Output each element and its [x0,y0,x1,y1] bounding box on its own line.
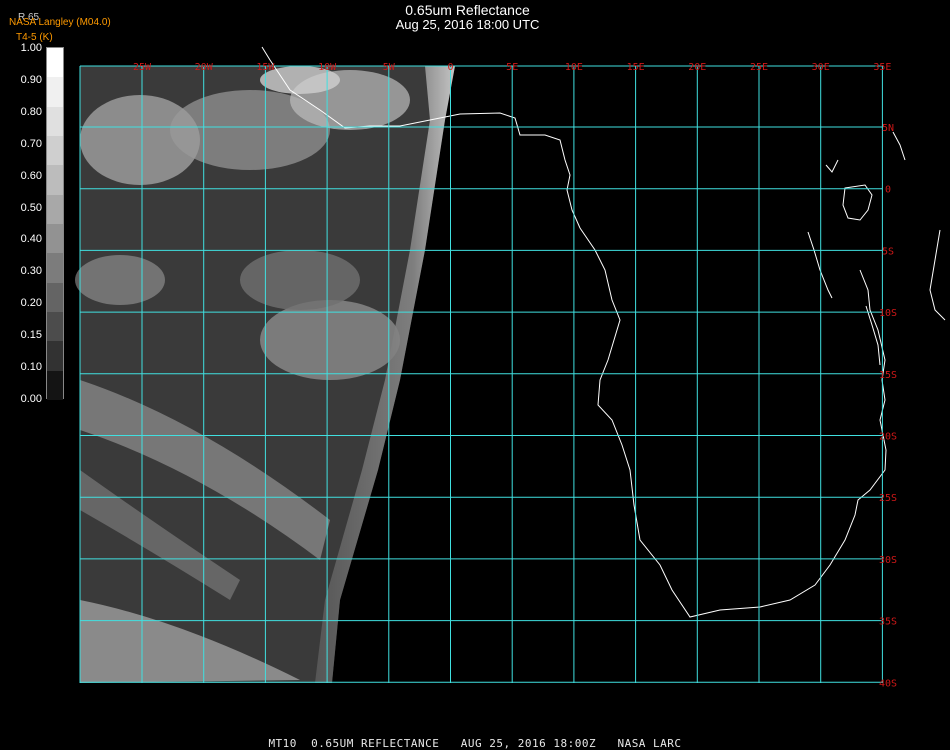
latitude-label: 30S [879,555,897,566]
latitude-label: 40S [879,678,897,689]
longitude-label: 30E [812,62,830,73]
lake-turkana-outline [825,159,839,173]
latitude-label: 10S [879,308,897,319]
map-canvas: 25W 20W 15W 10W 5W 0 5E 10E 15E 20E 25E 30E 35E 5N05… [75,46,946,689]
satellite-map-view: 0.65um Reflectance Aug 25, 2016 18:00 UT… [0,0,950,750]
lake-tanganyika-outline [807,231,833,299]
footer-caption: MT10 0.65UM REFLECTANCE AUG 25, 2016 18:… [268,737,682,750]
latitude-label: 35S [879,617,897,628]
longitude-label: 25E [750,62,768,73]
latitude-label: 15S [879,370,897,381]
longitude-label: 0 [447,62,453,73]
latitude-label: 0 [885,185,891,196]
gulf-of-aden-outline [892,131,906,161]
lake-malawi-outline [865,305,881,366]
longitude-label: 20E [688,62,706,73]
longitude-label: 5W [383,62,396,73]
latitude-labels: 5N 0 5S 10S 15S 20S 25S 30S 35S 40S [879,123,897,689]
madagascar-outline [929,229,946,321]
longitude-label: 35E [873,62,891,73]
latitude-label: 20S [879,432,897,443]
latitude-label: 25S [879,493,897,504]
lake-victoria-outline [842,184,873,221]
latitude-label: 5N [882,123,894,134]
longitude-label: 25W [133,62,152,73]
longitude-label: 5E [506,62,518,73]
longitude-label: 10E [565,62,583,73]
longitude-label: 15W [256,62,275,73]
longitude-label: 10W [318,62,337,73]
longitude-label: 20W [195,62,214,73]
longitude-label: 15E [627,62,645,73]
latitude-label: 5S [882,246,894,257]
